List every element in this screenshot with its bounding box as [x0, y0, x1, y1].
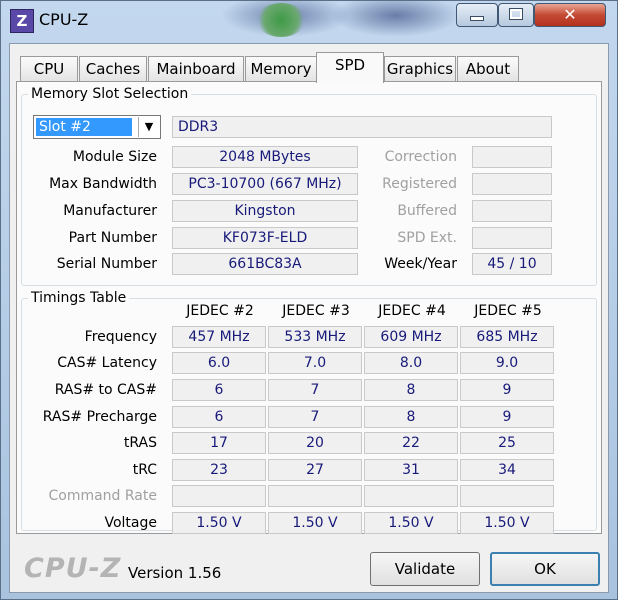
timing-cell	[460, 485, 554, 507]
column-header-jedec-4: JEDEC #4	[378, 303, 446, 319]
manufacturer-label: Manufacturer	[63, 203, 157, 219]
tab-memory[interactable]: Memory	[245, 56, 317, 82]
timing-cell: 9	[460, 406, 554, 428]
timing-cell: 6	[172, 379, 266, 401]
timing-cell: 533 MHz	[268, 326, 362, 348]
validate-button[interactable]: Validate	[370, 552, 480, 586]
timing-cell: 8.0	[364, 352, 458, 374]
minimize-icon	[470, 16, 484, 21]
timing-row-label: RAS# Precharge	[42, 409, 157, 425]
module-size-label: Module Size	[72, 149, 157, 165]
spd-ext-value	[472, 227, 552, 249]
registered-value	[472, 173, 552, 195]
timing-cell	[172, 485, 266, 507]
timing-cell: 1.50 V	[460, 512, 554, 534]
tab-about[interactable]: About	[457, 56, 519, 82]
timing-row-label: tRAS	[123, 435, 157, 451]
max-bandwidth-value: PC3-10700 (667 MHz)	[172, 173, 358, 195]
timing-cell: 31	[364, 459, 458, 481]
manufacturer-value: Kingston	[172, 200, 358, 222]
timing-row-label: tRC	[132, 462, 157, 478]
timing-cell: 20	[268, 432, 362, 454]
tab-caches[interactable]: Caches	[79, 56, 147, 82]
timing-cell	[364, 485, 458, 507]
timing-cell: 23	[172, 459, 266, 481]
timing-row-label: Command Rate	[48, 488, 157, 504]
serial-number-value: 661BC83A	[172, 253, 358, 275]
window-title: CPU-Z	[39, 10, 89, 29]
timing-cell: 609 MHz	[364, 326, 458, 348]
memory-type-field: DDR3	[172, 116, 552, 138]
maximize-button[interactable]	[498, 3, 534, 27]
title-bar[interactable]: Z CPU-Z ✕	[1, 1, 617, 37]
cpuz-logo: CPU-Z	[24, 553, 122, 584]
timing-cell: 34	[460, 459, 554, 481]
timing-cell: 6	[172, 406, 266, 428]
registered-label: Registered	[382, 176, 457, 192]
timing-cell: 25	[460, 432, 554, 454]
timing-row-label: RAS# to CAS#	[54, 382, 157, 398]
timing-cell: 7	[268, 406, 362, 428]
timing-cell: 1.50 V	[268, 512, 362, 534]
close-button[interactable]: ✕	[534, 3, 606, 27]
week-year-value: 45 / 10	[472, 253, 552, 275]
timing-cell: 8	[364, 379, 458, 401]
part-number-label: Part Number	[68, 230, 157, 246]
close-icon: ✕	[563, 5, 577, 24]
buffered-value	[472, 200, 552, 222]
correction-value	[472, 146, 552, 168]
cpuz-app-icon[interactable]: Z	[10, 9, 34, 33]
part-number-value: KF073F-ELD	[172, 227, 358, 249]
timing-cell: 9.0	[460, 352, 554, 374]
timing-cell: 17	[172, 432, 266, 454]
cpuz-window: Z CPU-Z ✕ CPU Caches Mainboard Memory SP…	[0, 0, 618, 600]
timing-cell: 22	[364, 432, 458, 454]
minimize-button[interactable]	[456, 3, 498, 27]
timing-cell: 9	[460, 379, 554, 401]
ok-button[interactable]: OK	[490, 552, 600, 586]
timing-cell: 7.0	[268, 352, 362, 374]
timing-row-label: Frequency	[84, 329, 157, 345]
tab-graphics[interactable]: Graphics	[384, 56, 456, 82]
week-year-label: Week/Year	[384, 256, 457, 272]
memory-slot-selection-legend: Memory Slot Selection	[31, 86, 189, 102]
maximize-icon	[509, 8, 523, 20]
slot-select-value: Slot #2	[36, 118, 132, 136]
correction-label: Correction	[384, 149, 457, 165]
column-header-jedec-3: JEDEC #3	[282, 303, 350, 319]
tab-mainboard[interactable]: Mainboard	[148, 56, 244, 82]
chevron-down-icon[interactable]: ▼	[138, 117, 159, 137]
version-label: Version 1.56	[128, 564, 222, 582]
slot-select[interactable]: Slot #2 ▼	[33, 115, 161, 139]
timing-cell: 6.0	[172, 352, 266, 374]
timing-cell: 457 MHz	[172, 326, 266, 348]
buffered-label: Buffered	[397, 203, 457, 219]
spd-ext-label: SPD Ext.	[397, 230, 457, 246]
timing-cell: 685 MHz	[460, 326, 554, 348]
module-size-value: 2048 MBytes	[172, 146, 358, 168]
timing-cell: 7	[268, 379, 362, 401]
timing-cell: 8	[364, 406, 458, 428]
tab-spd[interactable]: SPD	[316, 52, 384, 83]
timing-row-label: Voltage	[104, 515, 157, 531]
timing-row-label: CAS# Latency	[57, 355, 157, 371]
column-header-jedec-2: JEDEC #2	[186, 303, 254, 319]
serial-number-label: Serial Number	[56, 256, 157, 272]
max-bandwidth-label: Max Bandwidth	[49, 176, 157, 192]
timing-cell: 1.50 V	[172, 512, 266, 534]
timing-cell: 27	[268, 459, 362, 481]
timings-table-legend: Timings Table	[31, 290, 127, 306]
timing-cell	[268, 485, 362, 507]
timing-cell: 1.50 V	[364, 512, 458, 534]
column-header-jedec-5: JEDEC #5	[474, 303, 542, 319]
tab-cpu[interactable]: CPU	[20, 56, 78, 82]
